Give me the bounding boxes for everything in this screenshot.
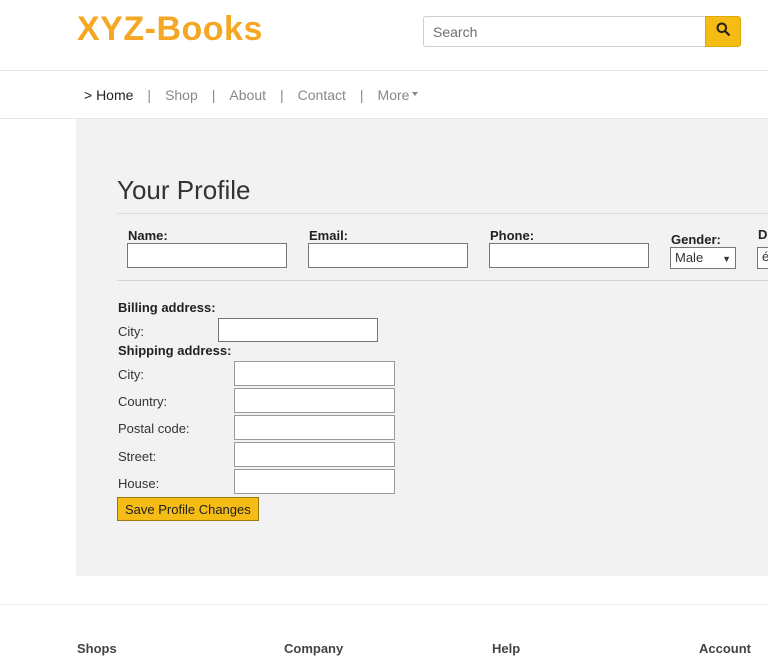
name-field[interactable] <box>127 243 287 268</box>
shipping-postal-label: Postal code: <box>118 421 190 436</box>
shipping-postal-field[interactable] <box>234 415 395 440</box>
nav-separator: | <box>147 87 152 103</box>
nav-about[interactable]: About <box>229 87 266 103</box>
nav-more-label: More <box>377 87 410 103</box>
gender-label: Gender: <box>671 232 721 247</box>
divider <box>117 280 768 281</box>
site-logo[interactable]: XYZ-Books <box>77 10 263 49</box>
email-label: Email: <box>309 228 349 243</box>
profile-panel: Your Profile Name: Email: Phone: Gender:… <box>76 119 768 576</box>
save-profile-button[interactable]: Save Profile Changes <box>117 497 259 521</box>
footer-help-heading[interactable]: Help <box>492 641 520 656</box>
billing-heading: Billing address: <box>118 300 216 315</box>
shipping-heading: Shipping address: <box>118 343 232 358</box>
nav-separator: | <box>359 87 364 103</box>
search-button[interactable] <box>705 16 741 47</box>
dropdown-arrow-icon: ▼ <box>722 254 731 264</box>
name-label: Name: <box>128 228 168 243</box>
main-nav: > Home | Shop | About | Contact | More <box>0 71 768 119</box>
shipping-house-field[interactable] <box>234 469 395 494</box>
shipping-street-field[interactable] <box>234 442 395 467</box>
site-header: XYZ-Books <box>0 0 768 71</box>
nav-separator: | <box>280 87 284 103</box>
gender-value: Male <box>675 250 704 265</box>
extra-field[interactable]: é <box>757 247 768 269</box>
nav-more-dropdown[interactable]: More <box>378 87 419 103</box>
shipping-street-label: Street: <box>118 449 157 464</box>
gender-select[interactable]: Male ▼ <box>670 247 736 269</box>
billing-city-field[interactable] <box>218 318 378 342</box>
page-title: Your Profile <box>117 175 251 205</box>
shipping-house-label: House: <box>118 476 160 491</box>
nav-shop[interactable]: Shop <box>165 87 198 103</box>
extra-value: é <box>762 249 768 264</box>
phone-field[interactable] <box>489 243 649 268</box>
caret-down-icon <box>412 92 419 97</box>
nav-contact[interactable]: Contact <box>298 87 346 103</box>
footer-account-heading[interactable]: Account <box>699 641 751 656</box>
email-field[interactable] <box>308 243 468 268</box>
footer-company-heading[interactable]: Company <box>284 641 343 656</box>
footer-divider <box>0 604 768 605</box>
shipping-country-label: Country: <box>118 394 168 409</box>
search-input[interactable] <box>423 16 705 47</box>
shipping-city-field[interactable] <box>234 361 395 386</box>
billing-city-label: City: <box>118 324 144 339</box>
shipping-city-label: City: <box>118 367 144 382</box>
nav-home[interactable]: > Home <box>84 87 133 103</box>
extra-label: D <box>758 227 768 242</box>
divider <box>117 213 768 214</box>
shipping-country-field[interactable] <box>234 388 395 413</box>
footer-shops-heading[interactable]: Shops <box>77 641 117 656</box>
nav-separator: | <box>211 87 216 103</box>
phone-label: Phone: <box>490 228 535 243</box>
search-icon <box>716 22 730 41</box>
